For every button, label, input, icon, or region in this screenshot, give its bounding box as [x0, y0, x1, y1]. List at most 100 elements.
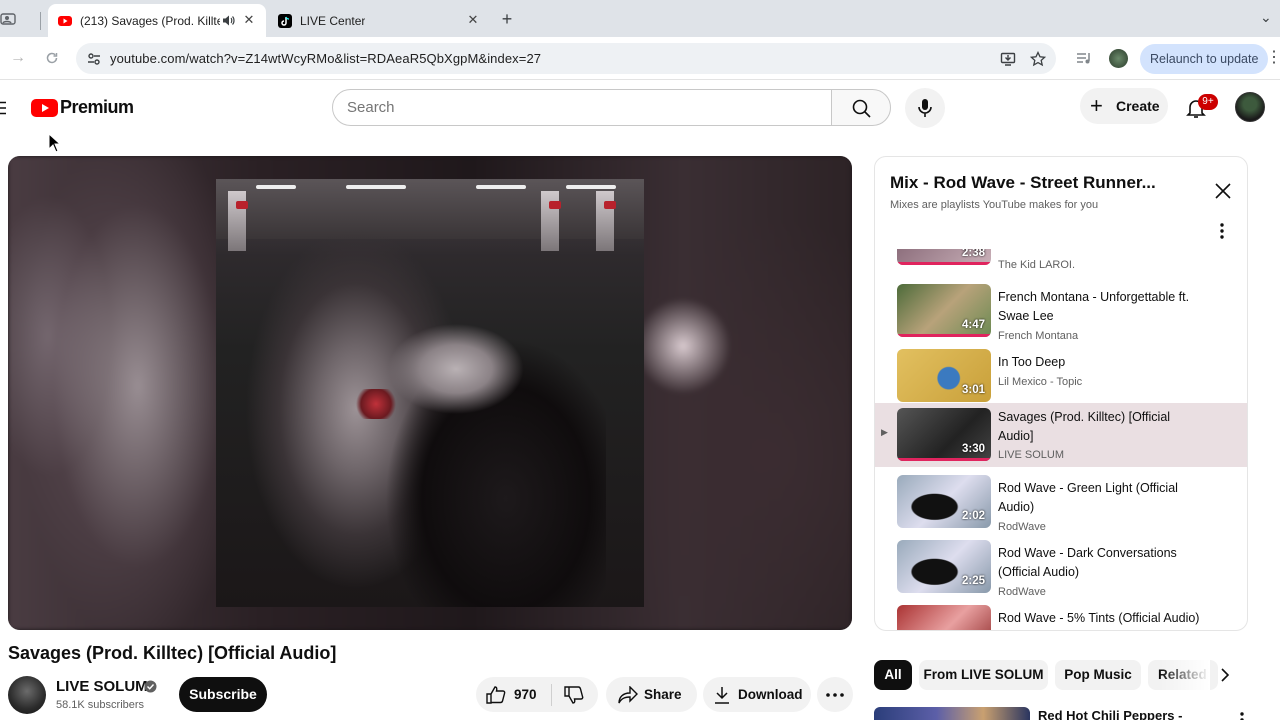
mix-playlist-panel: Mix - Rod Wave - Street Runner... Mixes … — [874, 156, 1248, 631]
chevron-down-icon[interactable]: ⌄ — [1260, 9, 1272, 26]
notification-badge: 9+ — [1198, 94, 1218, 110]
search-box — [332, 89, 832, 126]
playlist-item-title: In Too Deep — [998, 355, 1066, 369]
more-vertical-icon[interactable] — [1240, 712, 1244, 720]
playlist-subtitle: Mixes are playlists YouTube makes for yo… — [890, 199, 1099, 211]
close-tab-icon[interactable]: ✕ — [242, 13, 256, 27]
plus-icon: + — [1090, 93, 1103, 118]
playlist-item-current[interactable]: ▶ 3:30 Savages (Prod. Killtec) [Official… — [875, 403, 1247, 467]
thumbs-down-icon — [564, 686, 584, 704]
like-button[interactable]: 970 — [476, 677, 551, 712]
browser-tabstrip: (213) Savages (Prod. Killtec) [Official … — [0, 0, 1280, 37]
playlist-item-channel: RodWave — [998, 521, 1046, 533]
duration-label: 4:47 — [961, 319, 985, 331]
playlist-title[interactable]: Mix - Rod Wave - Street Runner... — [890, 173, 1156, 193]
duration-label: 2:38 — [961, 249, 985, 259]
playlist-item[interactable]: 4:47 French Montana - Unforgettable ft. … — [875, 281, 1247, 342]
reload-icon — [46, 52, 58, 64]
playlist-item[interactable]: Rod Wave - 5% Tints (Official Audio) — [875, 602, 1247, 630]
create-button[interactable]: + Create — [1080, 88, 1168, 124]
download-button[interactable]: Download — [703, 677, 811, 712]
playlist-item-title: Savages (Prod. Killtec) [Official Audio] — [998, 410, 1171, 443]
playlist-item-channel: LIVE SOLUM — [998, 449, 1065, 461]
address-bar[interactable]: youtube.com/watch?v=Z14wtWcyRMo&list=RDA… — [76, 43, 1056, 74]
like-dislike-group: 970 — [476, 677, 598, 712]
url-text: youtube.com/watch?v=Z14wtWcyRMo&list=RDA… — [110, 51, 542, 66]
youtube-header: Premium + Create 9+ — [0, 80, 1280, 136]
playlist-item[interactable]: 2:38 The Kid LAROI. — [875, 249, 1247, 271]
close-icon[interactable] — [1213, 181, 1233, 201]
playlist-item-channel: RodWave — [998, 586, 1046, 598]
tab-youtube[interactable]: (213) Savages (Prod. Killtec) [Official … — [48, 4, 266, 37]
menu-icon[interactable] — [0, 101, 6, 115]
media-control-icon[interactable] — [1075, 50, 1093, 68]
playlist-item[interactable]: 2:02 Rod Wave - Green Light (Official Au… — [875, 472, 1247, 533]
forward-button[interactable]: → — [8, 48, 28, 68]
playlist-item-title: Rod Wave - 5% Tints (Official Audio) — [998, 611, 1200, 625]
more-vertical-icon[interactable] — [1220, 223, 1224, 239]
youtube-logo-icon — [31, 98, 58, 117]
more-horizontal-icon — [826, 693, 844, 697]
duration-label: 2:02 — [961, 510, 985, 522]
site-info-icon[interactable] — [86, 51, 102, 67]
subscribe-button[interactable]: Subscribe — [179, 677, 267, 712]
new-tab-button[interactable]: + — [497, 9, 517, 29]
playlist-item-title: Rod Wave - Dark Conversations (Official … — [998, 546, 1177, 579]
playlist-thumbnail: 2:02 — [897, 475, 991, 528]
playlist-thumbnail: 2:25 — [897, 540, 991, 593]
tab-search-icon[interactable] — [0, 12, 18, 26]
browser-toolbar: → youtube.com/watch?v=Z14wtWcyRMo&list=R… — [0, 37, 1280, 80]
video-player[interactable] — [8, 156, 852, 630]
search-button[interactable] — [831, 89, 891, 126]
account-avatar[interactable] — [1235, 92, 1265, 122]
playlist-item-channel: French Montana — [998, 330, 1079, 342]
bookmark-star-icon[interactable] — [1030, 51, 1046, 67]
playlist-thumbnail: 3:30 — [897, 408, 991, 461]
logo-text: Premium — [60, 97, 134, 117]
create-label: Create — [1116, 98, 1160, 114]
duration-label: 3:01 — [961, 384, 985, 396]
album-cover-image — [216, 179, 644, 607]
youtube-favicon-icon — [58, 15, 72, 26]
relaunch-button[interactable]: Relaunch to update — [1140, 44, 1268, 74]
playlist-item-channel: Lil Mexico - Topic — [998, 376, 1083, 388]
recommendation-title[interactable]: Red Hot Chili Peppers - — [1038, 708, 1182, 720]
playlist-item[interactable]: 3:01 In Too Deep Lil Mexico - Topic — [875, 346, 1247, 406]
voice-search-button[interactable] — [905, 88, 945, 128]
share-button[interactable]: Share — [606, 677, 697, 712]
chip-all[interactable]: All — [874, 660, 912, 690]
thumbs-up-icon — [486, 686, 506, 704]
chip-pop-music[interactable]: Pop Music — [1055, 660, 1141, 690]
playlist-item-title: French Montana - Unforgettable ft. Swae … — [998, 290, 1190, 323]
channel-avatar[interactable] — [8, 676, 46, 714]
like-count: 970 — [514, 687, 537, 702]
tab-title: (213) Savages (Prod. Killtec) [Official … — [80, 13, 220, 28]
browser-menu-icon[interactable]: ⋮ — [1266, 47, 1280, 67]
verified-badge-icon — [144, 680, 157, 693]
playlist-thumbnail: 3:01 — [897, 349, 991, 402]
tab-live-center[interactable]: LIVE Center ✕ — [268, 4, 490, 37]
profile-avatar[interactable] — [1109, 49, 1128, 68]
playlist-thumbnail: 2:38 — [897, 249, 991, 265]
tab-title: LIVE Center — [300, 13, 366, 28]
microphone-icon — [918, 99, 932, 117]
mouse-cursor-icon — [48, 133, 62, 153]
share-icon — [618, 686, 638, 704]
playlist-thumbnail — [897, 605, 991, 630]
chip-from-channel[interactable]: From LIVE SOLUM — [919, 660, 1048, 690]
search-input[interactable] — [333, 90, 831, 125]
dislike-button[interactable] — [552, 677, 598, 712]
speaker-icon[interactable] — [222, 14, 235, 27]
chevron-right-icon[interactable] — [1218, 667, 1232, 683]
close-tab-icon[interactable]: ✕ — [466, 13, 480, 27]
playlist-item[interactable]: 2:25 Rod Wave - Dark Conversations (Offi… — [875, 537, 1247, 598]
more-actions-button[interactable] — [817, 677, 853, 712]
playlist-item-title: Rod Wave - Green Light (Official Audio) — [998, 481, 1178, 514]
reload-button[interactable] — [42, 48, 62, 68]
subscriber-count: 58.1K subscribers — [56, 699, 145, 711]
recommendation-thumbnail[interactable] — [874, 707, 1030, 720]
youtube-premium-logo[interactable]: Premium — [31, 97, 134, 118]
duration-label: 2:25 — [961, 575, 985, 587]
channel-name[interactable]: LIVE SOLUM — [56, 678, 148, 695]
install-app-icon[interactable] — [1000, 51, 1016, 67]
